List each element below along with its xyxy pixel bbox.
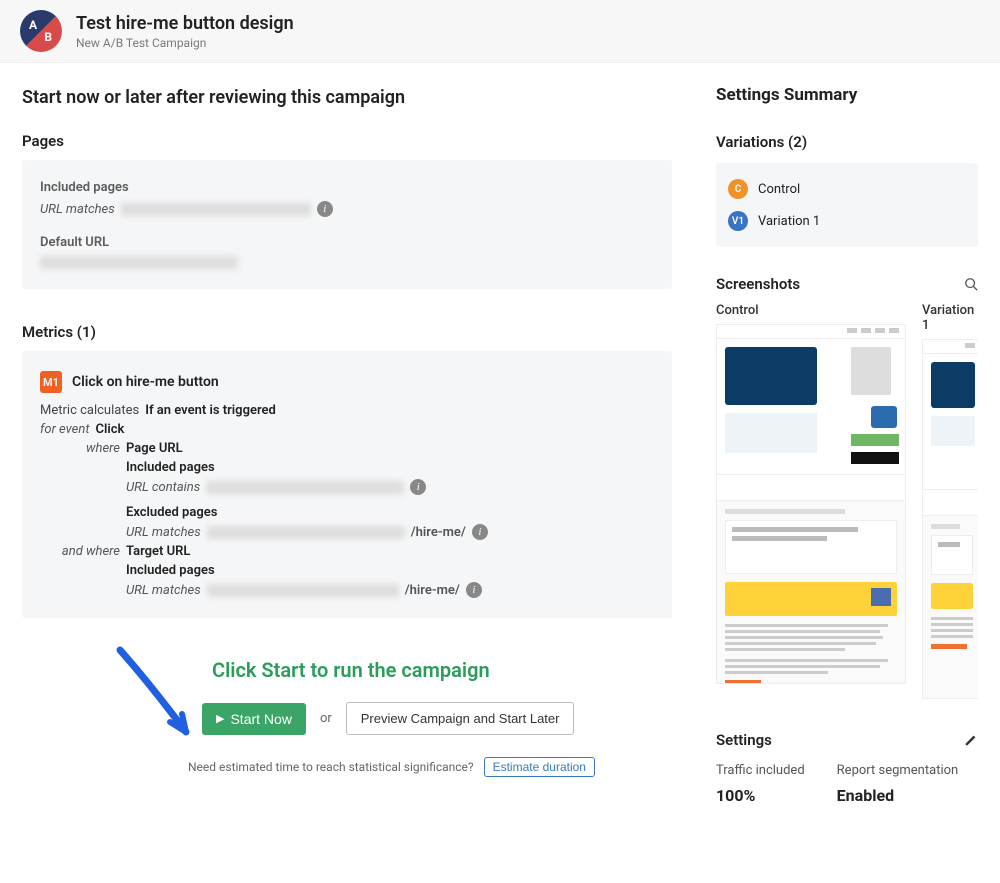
url-matches-label-2: URL matches [126,525,201,540]
screenshot-thumb-v1[interactable] [922,339,978,699]
redacted-url-matches [207,526,405,539]
search-icon[interactable] [964,277,978,291]
settings-summary-heading: Settings Summary [716,85,978,105]
preview-later-button[interactable]: Preview Campaign and Start Later [346,702,575,735]
and-where-label: and where [40,544,120,559]
variations-list: C Control V1 Variation 1 [716,163,978,247]
estimate-duration-button[interactable]: Estimate duration [484,757,595,777]
metrics-label: Metrics (1) [22,323,672,341]
url-matches-label: URL matches [40,202,115,217]
metrics-card: M1 Click on hire-me button Metric calcul… [22,351,672,618]
screenshots-heading: Screenshots [716,275,800,293]
main-heading: Start now or later after reviewing this … [22,87,672,108]
info-icon[interactable]: i [410,479,426,495]
for-event-value: Click [95,422,124,437]
variation-label: Variation 1 [758,214,820,229]
metric-title: Click on hire-me button [72,374,219,390]
v1-badge: V1 [728,211,748,231]
report-label: Report segmentation [837,763,959,780]
pages-label: Pages [22,132,672,150]
campaign-subtitle: New A/B Test Campaign [76,36,294,50]
screenshot-label-v1: Variation 1 [922,303,978,333]
callout-instruction: Click Start to run the campaign [212,658,672,682]
variation-item-v1[interactable]: V1 Variation 1 [728,205,966,237]
metric-calculates-value: If an event is triggered [145,403,276,418]
default-url-label: Default URL [40,235,654,250]
excluded-pages-label: Excluded pages [126,505,654,520]
url-contains-label: URL contains [126,480,200,495]
redacted-default-url [40,256,238,269]
annotation-arrow-icon [100,644,210,748]
info-icon[interactable]: i [317,201,333,217]
settings-heading: Settings [716,731,772,749]
where-label: where [40,441,120,456]
included-pages-label: Included pages [40,180,654,195]
redacted-target-url [207,584,399,597]
estimate-question: Need estimated time to reach statistical… [188,760,474,774]
included-pages-label-2: Included pages [126,460,654,475]
variations-heading: Variations (2) [716,133,978,151]
variation-label: Control [758,182,800,197]
edit-icon[interactable] [964,733,978,747]
report-value: Enabled [837,786,959,805]
traffic-value: 100% [716,786,805,805]
screenshot-thumb-control[interactable] [716,324,906,684]
for-event-label: for event [40,422,89,437]
url-suffix: /hire-me/ [411,525,466,540]
metric-calculates-label: Metric calculates [40,403,139,418]
target-url-suffix: /hire-me/ [405,583,460,598]
info-icon[interactable]: i [472,524,488,540]
page-header: A B Test hire-me button design New A/B T… [0,0,1000,63]
campaign-title: Test hire-me button design [76,13,294,34]
pages-card: Included pages URL matches i Default URL [22,160,672,289]
start-now-button[interactable]: ▶ Start Now [202,703,306,735]
or-text: or [320,711,332,726]
page-url-label: Page URL [126,441,654,456]
redacted-url-contains [206,481,404,494]
info-icon[interactable]: i [466,582,482,598]
screenshot-label-control: Control [716,303,906,318]
variation-item-control[interactable]: C Control [728,173,966,205]
target-url-label: Target URL [126,544,654,559]
url-matches-label-3: URL matches [126,583,201,598]
control-badge: C [728,179,748,199]
play-icon: ▶ [216,712,224,725]
redacted-url [121,203,311,216]
included-pages-label-3: Included pages [126,563,654,578]
ab-badge-icon: A B [20,10,62,52]
screenshot-row: Control [716,303,978,699]
metric-badge: M1 [40,371,62,393]
traffic-label: Traffic included [716,763,805,780]
